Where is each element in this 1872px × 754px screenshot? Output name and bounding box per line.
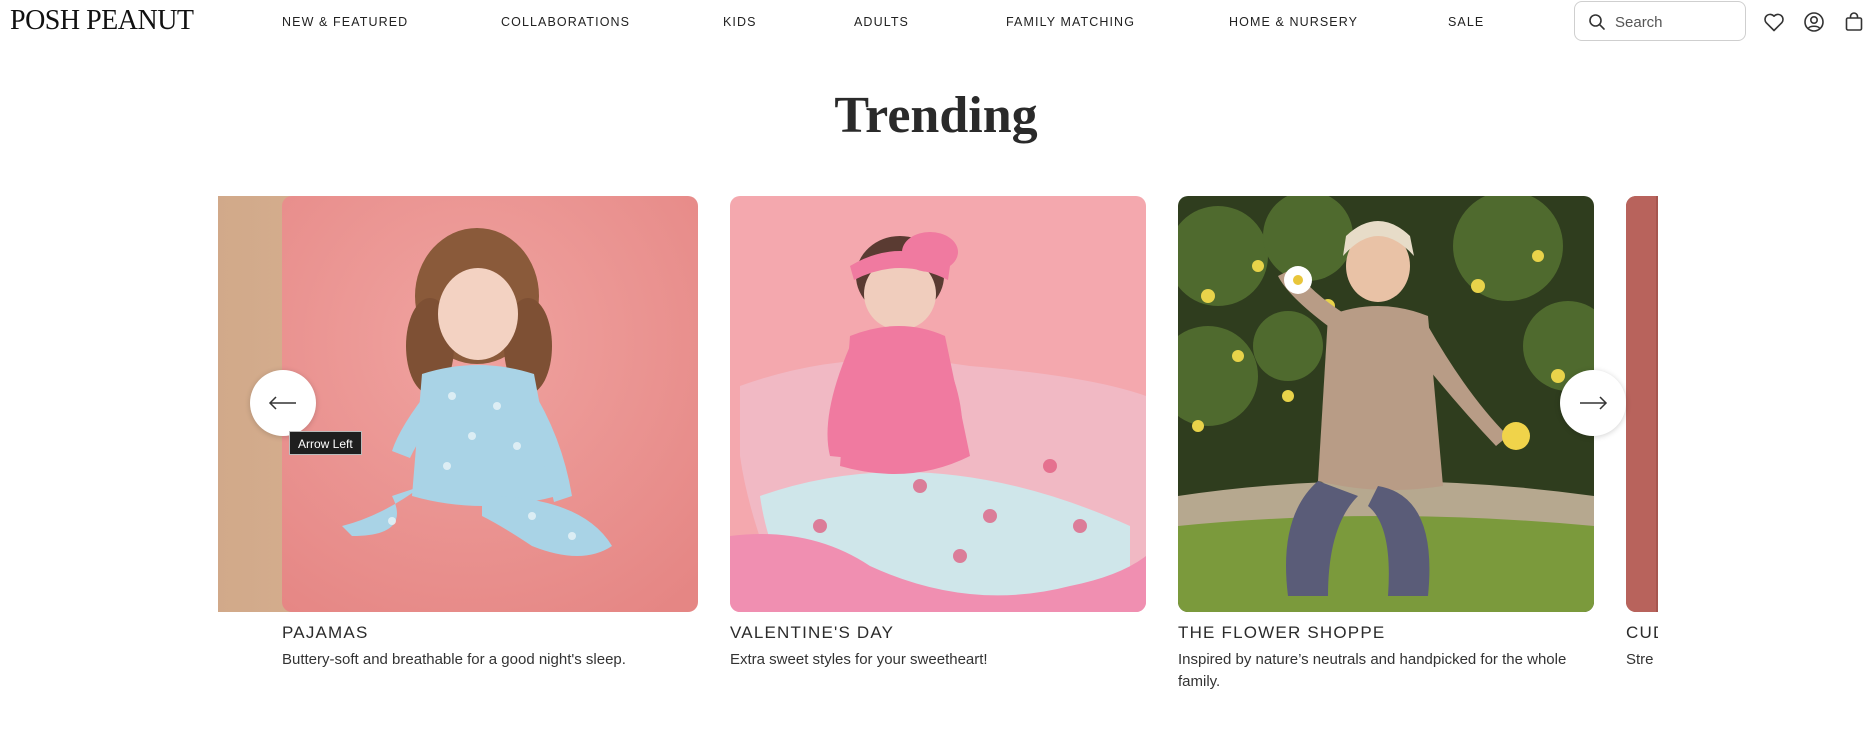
card-image xyxy=(1178,196,1594,612)
account-icon[interactable] xyxy=(1802,10,1826,34)
nav-item-family-matching[interactable]: FAMILY MATCHING xyxy=(1006,15,1135,29)
search-box[interactable] xyxy=(1574,1,1746,41)
trending-carousel: PAJAMAS Buttery-soft and breathable for … xyxy=(218,196,1658,716)
card-description: Buttery-soft and breathable for a good n… xyxy=(282,651,626,668)
carousel-card-valentines-day[interactable]: VALENTINE'S DAY Extra sweet styles for y… xyxy=(730,196,1146,671)
section-title: Trending xyxy=(834,87,1038,144)
arrow-right-icon xyxy=(1580,396,1608,410)
card-title: VALENTINE'S DAY xyxy=(730,623,895,642)
nav-item-collaborations[interactable]: COLLABORATIONS xyxy=(501,15,630,29)
search-icon xyxy=(1589,14,1605,30)
card-image xyxy=(730,196,1146,612)
carousel-card-partial-right[interactable]: CUD Stre xyxy=(1626,196,1658,671)
card-image xyxy=(1626,196,1658,612)
cart-icon[interactable] xyxy=(1842,10,1866,34)
card-description: Stre xyxy=(1626,651,1654,668)
card-description: Inspired by nature’s neutrals and handpi… xyxy=(1178,651,1567,690)
nav-item-kids[interactable]: KIDS xyxy=(723,15,757,29)
prev-button-tooltip: Arrow Left xyxy=(289,431,362,455)
nav-item-sale[interactable]: SALE xyxy=(1448,15,1484,29)
site-header: POSH PEANUT NEW & FEATURED COLLABORATION… xyxy=(0,0,1872,44)
carousel-next-button[interactable] xyxy=(1560,370,1626,436)
card-image xyxy=(282,196,698,612)
nav-item-home-nursery[interactable]: HOME & NURSERY xyxy=(1229,15,1358,29)
card-title: CUD xyxy=(1626,623,1658,642)
carousel-card-flower-shoppe[interactable]: THE FLOWER SHOPPE Inspired by nature’s n… xyxy=(1178,196,1594,693)
arrow-left-icon xyxy=(268,396,296,410)
card-title: PAJAMAS xyxy=(282,623,369,642)
carousel-prev-button[interactable] xyxy=(250,370,316,436)
nav-item-new-featured[interactable]: NEW & FEATURED xyxy=(282,15,408,29)
card-description: Extra sweet styles for your sweetheart! xyxy=(730,651,988,668)
brand-logo[interactable]: POSH PEANUT xyxy=(10,5,194,37)
nav-item-adults[interactable]: ADULTS xyxy=(854,15,909,29)
heart-icon[interactable] xyxy=(1762,10,1786,34)
search-input[interactable] xyxy=(1615,11,1735,33)
card-title: THE FLOWER SHOPPE xyxy=(1178,623,1386,642)
